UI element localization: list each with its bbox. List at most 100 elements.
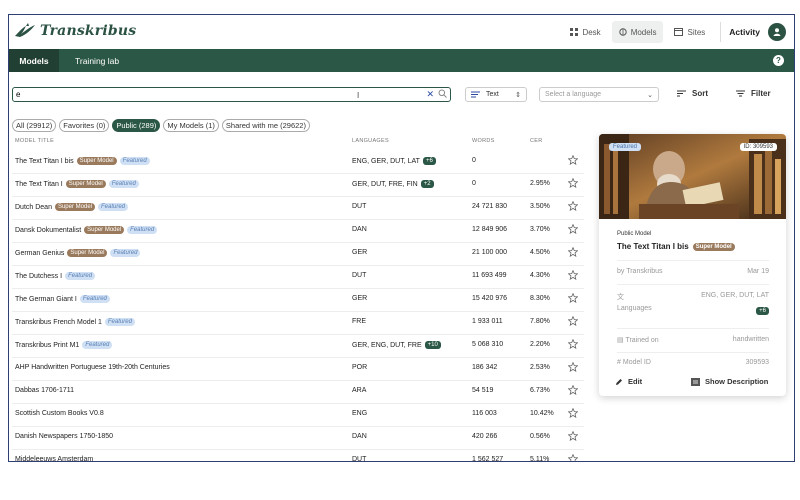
row-title-cell: Transkribus French Model 1 Featured — [15, 318, 135, 326]
type-select[interactable]: Text ⇕ — [465, 87, 527, 102]
nav-models-label: Models — [630, 27, 657, 37]
star-icon[interactable] — [568, 224, 578, 234]
activity-link[interactable]: Activity — [729, 27, 760, 37]
show-description-button[interactable]: Show Description — [691, 377, 768, 386]
avatar[interactable] — [768, 23, 786, 41]
edit-button[interactable]: Edit — [615, 377, 642, 386]
header-title[interactable]: MODEL TITLE — [15, 138, 54, 144]
chip-shared[interactable]: Shared with me (29622) — [221, 119, 310, 132]
filter-chips: All (29912) Favorites (0) Public (289) M… — [12, 119, 310, 132]
model-title: Transkribus French Model 1 — [15, 318, 102, 326]
tab-training-lab[interactable]: Training lab — [75, 49, 119, 72]
model-languages: DAN — [352, 226, 367, 233]
star-icon[interactable] — [568, 247, 578, 257]
nav-models[interactable]: Models — [611, 21, 664, 43]
table-row[interactable]: Dabbas 1706-1711 ARA 54 519 6.73% — [12, 380, 584, 404]
row-languages-cell: DAN — [352, 433, 367, 440]
star-icon[interactable] — [568, 362, 578, 372]
row-title-cell: Dabbas 1706-1711 — [15, 387, 74, 394]
table-row[interactable]: AHP Handwritten Portuguese 19th-20th Cen… — [12, 357, 584, 381]
star-icon[interactable] — [568, 385, 578, 395]
row-languages-cell: GER, ENG, DUT, FRE +10 — [352, 341, 441, 349]
chip-favorites[interactable]: Favorites (0) — [59, 119, 110, 132]
chip-public[interactable]: Public (289) — [112, 119, 161, 132]
featured-badge: Featured — [119, 157, 150, 165]
row-title-cell: Dutch Dean Super Model Featured — [15, 203, 129, 211]
language-select[interactable]: Select a language ⌄ — [539, 87, 659, 102]
clear-icon[interactable]: ✕ — [426, 88, 434, 100]
model-languages: DUT — [352, 272, 367, 279]
model-cer: 5.11% — [530, 456, 550, 462]
card-date: Mar 19 — [747, 268, 769, 275]
model-languages: DUT — [352, 456, 367, 462]
table-row[interactable]: The German Giant I Featured GER 15 420 976 8… — [12, 288, 584, 312]
row-title-cell: Dansk Dokumentalist Super Model Featured — [15, 226, 158, 234]
star-icon[interactable] — [568, 316, 578, 326]
table-row[interactable]: The Text Titan I bis Super Model Featured E… — [12, 150, 584, 174]
table-row[interactable]: Dutch Dean Super Model Featured DUT 24 721 8… — [12, 196, 584, 220]
model-cer: 2.95% — [530, 180, 550, 187]
logo[interactable]: Transkribus — [14, 22, 136, 40]
super-model-badge: Super Model — [65, 180, 106, 188]
edit-label: Edit — [628, 377, 643, 386]
table-row[interactable]: Transkribus French Model 1 Featured FRE 1 9… — [12, 311, 584, 335]
language-select-placeholder: Select a language — [545, 91, 602, 98]
brain-icon — [618, 28, 627, 36]
table-row[interactable]: The Text Titan I Super Model Featured GER, … — [12, 173, 584, 197]
table-row[interactable]: Dansk Dokumentalist Super Model Featured DA… — [12, 219, 584, 243]
star-icon[interactable] — [568, 293, 578, 303]
row-title-cell: The Dutchess I Featured — [15, 272, 96, 280]
filter-button[interactable]: Filter — [736, 89, 771, 98]
row-languages-cell: POR — [352, 364, 367, 371]
model-cer: 4.30% — [530, 272, 550, 279]
row-languages-cell: GER — [352, 295, 367, 302]
sort-button[interactable]: Sort — [677, 89, 708, 98]
table-row[interactable]: The Dutchess I Featured DUT 11 693 499 4.30% — [12, 265, 584, 289]
star-icon[interactable] — [568, 408, 578, 418]
description-icon — [691, 377, 700, 386]
star-icon[interactable] — [568, 339, 578, 349]
star-icon[interactable] — [568, 155, 578, 165]
model-languages: GER, ENG, DUT, FRE — [352, 341, 422, 349]
table-row[interactable]: Middeleeuws Amsterdam DUT 1 562 527 5.11% — [12, 449, 584, 462]
sort-icon — [677, 90, 686, 97]
tab-models[interactable]: Models — [9, 49, 59, 72]
table-row[interactable]: Danish Newspapers 1750-1850 DAN 420 266 0.5… — [12, 426, 584, 450]
search-input[interactable] — [16, 88, 396, 100]
star-icon[interactable] — [568, 454, 578, 462]
header-languages[interactable]: LANGUAGES — [352, 138, 389, 144]
help-icon[interactable]: ? — [773, 55, 784, 66]
row-title-cell: The German Giant I Featured — [15, 295, 110, 303]
header-words[interactable]: WORDS — [472, 138, 495, 144]
model-languages: GER — [352, 295, 368, 302]
nav-sites[interactable]: Sites — [667, 21, 712, 43]
star-icon[interactable] — [568, 431, 578, 441]
model-cer: 6.73% — [530, 387, 550, 394]
text-cursor-icon: I — [357, 91, 360, 100]
chip-my-models[interactable]: My Models (1) — [163, 119, 219, 132]
row-title-cell: Danish Newspapers 1750-1850 — [15, 433, 113, 440]
filter-label: Filter — [751, 89, 771, 98]
header-cer[interactable]: CER — [530, 138, 543, 144]
chip-all[interactable]: All (29912) — [12, 119, 57, 132]
card-title-text: The Text Titan I bis — [617, 242, 689, 251]
table-row[interactable]: Transkribus Print M1 Featured GER, ENG, DU… — [12, 334, 584, 358]
search-icon[interactable] — [438, 89, 447, 98]
card-featured-badge: Featured — [609, 143, 642, 151]
show-description-label: Show Description — [705, 377, 769, 386]
star-icon[interactable] — [568, 201, 578, 211]
table-row[interactable]: Scottish Custom Books V0.8 ENG 116 003 10.4… — [12, 403, 584, 427]
table-row[interactable]: German Genius Super Model Featured GER 21 10… — [12, 242, 584, 266]
row-title-cell: Transkribus Print M1 Featured — [15, 341, 113, 349]
featured-badge: Featured — [82, 341, 113, 349]
star-icon[interactable] — [568, 178, 578, 188]
card-trained-value: handwritten — [732, 336, 769, 343]
model-cer: 3.50% — [530, 203, 550, 210]
row-languages-cell: ARA — [352, 387, 366, 394]
model-words: 0 — [472, 180, 476, 187]
card-trained-label: Trained on — [625, 337, 659, 344]
nav-desk[interactable]: Desk — [563, 21, 607, 43]
grid-icon — [570, 28, 579, 36]
star-icon[interactable] — [568, 270, 578, 280]
row-title-cell: AHP Handwritten Portuguese 19th-20th Cen… — [15, 364, 170, 371]
